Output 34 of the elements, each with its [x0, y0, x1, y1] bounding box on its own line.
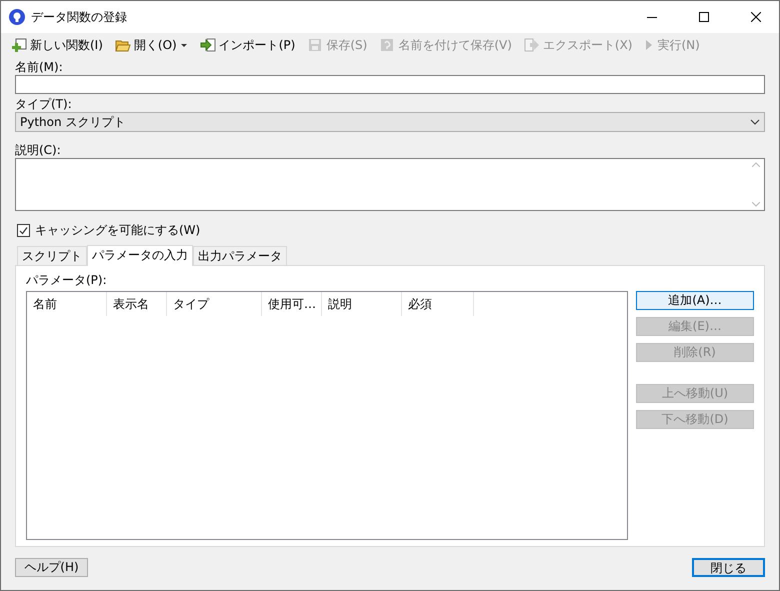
play-icon — [644, 37, 654, 53]
column-header[interactable]: 表示名 — [107, 292, 167, 316]
side-button[interactable]: 追加(A)… — [636, 291, 754, 310]
column-header[interactable]: 説明 — [322, 292, 402, 316]
tab[interactable]: 出力パラメータ — [193, 246, 287, 265]
toolbar-button[interactable]: インポート(P) — [198, 36, 298, 54]
checkbox-label: キャッシングを可能にする(W) — [35, 222, 200, 239]
field-label: 名前(M): — [15, 59, 64, 75]
parameter-table[interactable]: 名前 表示名 タイプ 使用可… 説明 必須 — [26, 291, 628, 540]
type-dropdown[interactable]: Python スクリプト — [15, 112, 765, 132]
window-title: データ関数の登録 — [31, 8, 128, 26]
export-icon — [524, 37, 540, 53]
floppy-icon — [307, 37, 324, 53]
column-header[interactable]: 名前 — [27, 292, 107, 316]
field-label: パラメータ(P): — [26, 272, 108, 289]
tab[interactable]: スクリプト — [17, 246, 87, 265]
toolbar-button[interactable]: 新しい関数(I) — [9, 36, 105, 54]
chevron-icon — [750, 119, 760, 125]
maximize-icon[interactable] — [699, 12, 709, 22]
name-field[interactable] — [15, 75, 765, 94]
close-button[interactable]: 閉じる — [692, 558, 765, 577]
column-header[interactable]: 必須 — [402, 292, 474, 316]
checkbox[interactable] — [17, 224, 30, 237]
column-header[interactable]: 使用可… — [262, 292, 322, 316]
field-label: タイプ(T): — [15, 96, 73, 112]
close-icon[interactable] — [751, 12, 761, 22]
help-button[interactable]: ヘルプ(H) — [15, 558, 88, 577]
field-label: 説明(C): — [15, 142, 62, 158]
tab[interactable]: パラメータの入力 — [87, 245, 193, 266]
import-icon — [200, 37, 216, 53]
toolbar-button[interactable]: 開く(O) — [112, 36, 190, 54]
column-header[interactable]: タイプ — [167, 292, 262, 316]
add-icon — [11, 37, 27, 53]
bulb-icon — [9, 9, 25, 25]
